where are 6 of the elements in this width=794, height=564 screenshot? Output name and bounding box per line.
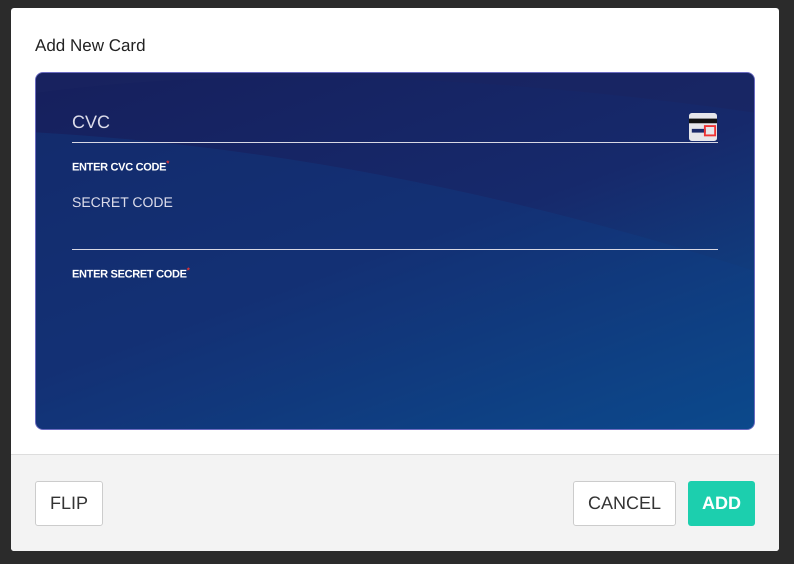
helper-text: ENTER CVC CODE$^{*}$ bbox=[72, 159, 170, 174]
dialog-title: Add New Card bbox=[35, 36, 147, 56]
flip-button[interactable]: FLIP bbox=[35, 480, 104, 526]
helper-text: ENTER SECRET CODE$^{*}$ bbox=[72, 266, 191, 280]
cancel-button[interactable]: CANCEL bbox=[572, 480, 676, 526]
field-label: SECRET CODE bbox=[72, 194, 174, 210]
